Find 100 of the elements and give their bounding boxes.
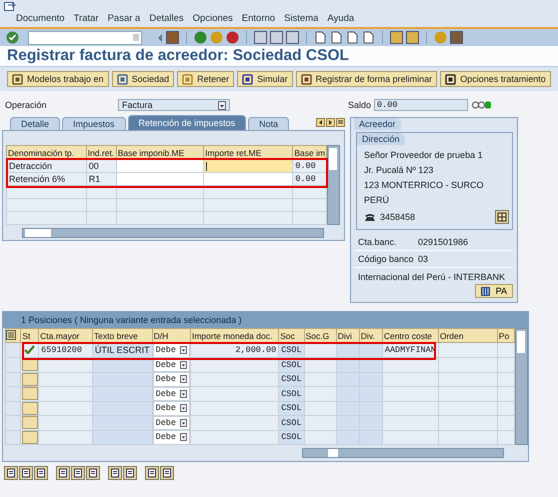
field-value: 0291501986 bbox=[418, 237, 468, 247]
table-tool-icon[interactable] bbox=[34, 466, 48, 480]
toolbar-button[interactable]: Simular bbox=[237, 71, 293, 87]
dropdown-icon bbox=[218, 100, 226, 110]
toolbar-button[interactable]: Registrar de forma preliminar bbox=[296, 71, 438, 87]
table-cell: Debe bbox=[156, 432, 176, 442]
table-cell: R1 bbox=[86, 172, 116, 186]
tab-nav-icon[interactable] bbox=[316, 118, 325, 127]
table-cell: Debe bbox=[156, 374, 176, 384]
menu-item[interactable]: Ayuda bbox=[327, 13, 354, 24]
bank-name: Internacional del Perú - INTERBANK bbox=[357, 271, 506, 284]
toolbar-button[interactable]: Opciones tratamiento bbox=[440, 71, 551, 87]
page-icon[interactable] bbox=[330, 31, 343, 44]
vertical-scrollbar[interactable] bbox=[327, 145, 340, 225]
column-header[interactable]: Importe ret.ME bbox=[204, 146, 293, 160]
column-header[interactable]: Texto breve bbox=[92, 328, 152, 342]
field-label: Cta.banc. bbox=[358, 237, 398, 247]
menu-item[interactable]: Tratar bbox=[74, 13, 99, 24]
table-cell: Debe bbox=[156, 360, 176, 370]
column-header[interactable]: St bbox=[20, 328, 39, 342]
button-icon bbox=[116, 74, 128, 84]
dropdown-icon[interactable] bbox=[180, 433, 187, 442]
telephone-icon bbox=[364, 212, 376, 222]
screen-menu-icon[interactable] bbox=[4, 2, 16, 12]
screen-title: Registrar factura de acreedor: Sociedad CSOL bbox=[7, 47, 349, 65]
address-line: Jr. Pucalá Nº 123 bbox=[363, 165, 434, 175]
dropdown-icon[interactable] bbox=[180, 360, 187, 369]
horizontal-scrollbar[interactable] bbox=[302, 448, 504, 458]
input-field[interactable] bbox=[116, 172, 204, 186]
table-cell: 2,000.00 bbox=[190, 342, 279, 358]
page-icon[interactable] bbox=[346, 31, 359, 44]
command-field[interactable] bbox=[28, 30, 142, 44]
panel-title: Acreedor bbox=[354, 118, 401, 130]
dropdown-icon[interactable] bbox=[180, 346, 187, 354]
column-header[interactable]: Po bbox=[497, 328, 515, 342]
table-cell: Debe bbox=[156, 403, 176, 414]
field-value: 03 bbox=[418, 254, 428, 264]
input-field[interactable] bbox=[204, 160, 293, 172]
column-header[interactable]: D/H bbox=[152, 328, 190, 342]
vertical-scrollbar[interactable] bbox=[515, 328, 528, 445]
toolbar-button[interactable]: Retener bbox=[177, 71, 234, 87]
column-header[interactable]: Centro coste bbox=[382, 328, 438, 342]
column-header[interactable]: Cta.mayor bbox=[38, 328, 92, 342]
menu-item[interactable]: Sistema bbox=[284, 13, 318, 24]
page-icon[interactable] bbox=[314, 31, 327, 44]
column-header[interactable]: Ind.ret. bbox=[86, 146, 116, 160]
column-header[interactable]: Base imponib.ME bbox=[116, 146, 204, 160]
button-icon bbox=[300, 74, 312, 84]
table-tool-icon[interactable] bbox=[56, 466, 70, 480]
table-tool-icon[interactable] bbox=[160, 466, 174, 480]
column-header[interactable]: Orden bbox=[438, 328, 498, 342]
table-tool-icon[interactable] bbox=[4, 466, 18, 480]
table-settings-icon[interactable] bbox=[6, 330, 16, 340]
column-header[interactable]: Soc.G bbox=[304, 328, 336, 342]
toolbar-button[interactable]: Sociedad bbox=[112, 71, 174, 87]
button-icon bbox=[242, 74, 254, 84]
table-cell: 00 bbox=[86, 160, 116, 172]
column-header[interactable]: Soc bbox=[278, 328, 304, 342]
menu-item[interactable]: Entorno bbox=[242, 13, 276, 24]
button-icon bbox=[445, 74, 456, 84]
button-icon bbox=[12, 74, 23, 84]
dropdown-icon[interactable] bbox=[180, 418, 187, 427]
tab[interactable]: Retención de impuestos bbox=[128, 115, 246, 130]
menu-item[interactable]: Detalles bbox=[149, 13, 184, 24]
partner-button[interactable]: PA bbox=[474, 284, 513, 298]
tab-nav-icon[interactable] bbox=[326, 118, 335, 127]
table-tool-icon[interactable] bbox=[123, 466, 137, 480]
tab[interactable]: Nota bbox=[248, 117, 290, 130]
table-tool-icon[interactable] bbox=[145, 466, 159, 480]
table-cell: AADMYFINAN bbox=[382, 342, 438, 358]
column-header[interactable]: Divi bbox=[336, 328, 360, 342]
tab-nav-icon[interactable] bbox=[336, 118, 345, 127]
address-line: PERÚ bbox=[363, 195, 390, 205]
field-label: Operación bbox=[4, 100, 48, 110]
column-header[interactable]: Importe moneda doc. bbox=[190, 328, 279, 342]
address-line: Señor Proveedor de prueba 1 bbox=[363, 150, 484, 160]
menu-item[interactable]: Opciones bbox=[192, 13, 233, 24]
table-tool-icon[interactable] bbox=[108, 466, 122, 480]
table-tool-icon[interactable] bbox=[19, 466, 33, 480]
operation-dropdown[interactable]: Factura bbox=[118, 99, 230, 111]
table-tool-icon[interactable] bbox=[71, 466, 85, 480]
column-header[interactable]: Denominación tp. bbox=[6, 146, 86, 160]
dropdown-icon[interactable] bbox=[180, 375, 187, 384]
tab[interactable]: Impuestos bbox=[62, 117, 126, 130]
toolbar-button[interactable]: Modelos trabajo en bbox=[7, 71, 109, 87]
input-field[interactable] bbox=[116, 160, 204, 172]
menu-item[interactable]: Documento bbox=[16, 13, 65, 24]
table-cell: Debe bbox=[156, 388, 176, 399]
column-header[interactable]: Base im bbox=[292, 146, 327, 160]
tab[interactable]: Detalle bbox=[10, 117, 60, 130]
dropdown-icon[interactable] bbox=[180, 390, 187, 398]
horizontal-scrollbar[interactable] bbox=[22, 228, 324, 238]
page-icon[interactable] bbox=[362, 31, 375, 44]
arrow-left-icon[interactable] bbox=[157, 32, 163, 42]
column-header[interactable]: Div. bbox=[359, 328, 382, 342]
menu-item[interactable]: Pasar a bbox=[108, 13, 140, 24]
input-field[interactable] bbox=[204, 172, 293, 186]
dropdown-icon[interactable] bbox=[180, 404, 187, 412]
enter-icon[interactable] bbox=[6, 31, 19, 44]
table-tool-icon[interactable] bbox=[86, 466, 100, 480]
